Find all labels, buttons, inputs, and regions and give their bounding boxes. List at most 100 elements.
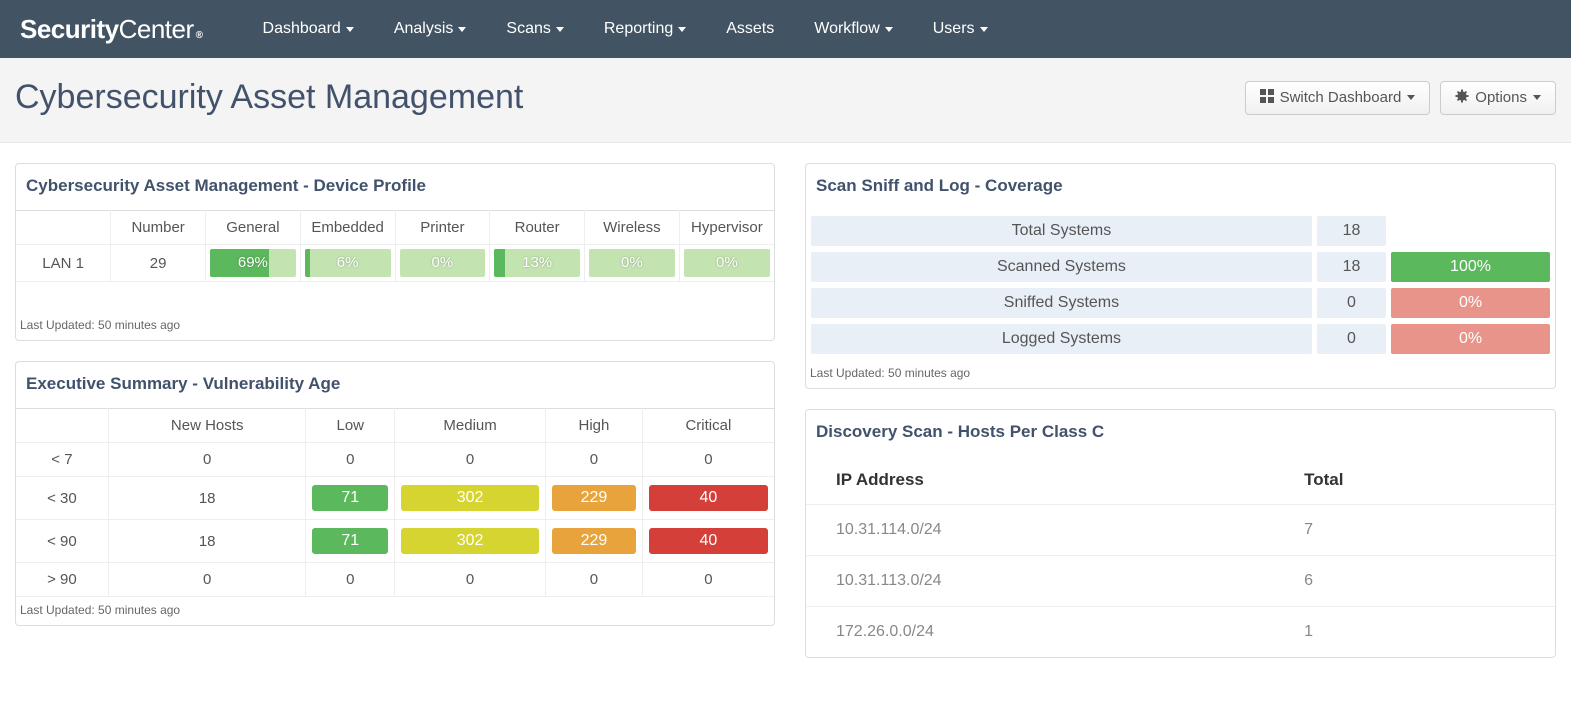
switch-dashboard-button[interactable]: Switch Dashboard (1245, 81, 1431, 115)
hosts-cell: 18 (108, 520, 306, 563)
hosts-cell: 0 (108, 563, 306, 597)
bar-cell[interactable]: 69% (206, 245, 301, 282)
nav-label: Analysis (394, 20, 454, 38)
coverage-count: 0 (1317, 324, 1386, 354)
severity-pill[interactable]: 40 (649, 485, 768, 511)
table-row[interactable]: 172.26.0.0/241 (806, 607, 1555, 658)
bar-bg: 0% (400, 249, 486, 277)
total-cell: 7 (1274, 505, 1555, 556)
nav-item-reporting[interactable]: Reporting (604, 20, 686, 38)
table-row: Scanned Systems18100% (811, 252, 1550, 282)
options-label: Options (1475, 89, 1527, 106)
nav-item-assets[interactable]: Assets (726, 20, 774, 38)
top-nav: SecurityCenter® Dashboard Analysis Scans Re… (0, 0, 1571, 58)
nav-label: Assets (726, 20, 774, 38)
nav-items: Dashboard Analysis Scans Reporting Assets Wor… (263, 20, 988, 38)
severity-pill[interactable]: 302 (401, 528, 539, 554)
coverage-pct (1391, 216, 1550, 246)
coverage-pct: 0% (1391, 288, 1550, 318)
panel-title: Executive Summary - Vulnerability Age (16, 362, 774, 408)
bar-cell[interactable]: 13% (490, 245, 585, 282)
cell: 71 (306, 477, 395, 520)
panel-discovery: Discovery Scan - Hosts Per Class C IP Ad… (805, 409, 1556, 658)
brand-part2: Center (119, 14, 194, 45)
coverage-table: Total Systems18Scanned Systems18100%Snif… (806, 210, 1555, 360)
device-profile-table: NumberGeneralEmbeddedPrinterRouterWirele… (16, 210, 774, 282)
panel-title: Scan Sniff and Log - Coverage (806, 164, 1555, 210)
cell: 229 (546, 477, 643, 520)
panel-device-profile: Cybersecurity Asset Management - Device … (15, 163, 775, 341)
severity-pill[interactable]: 229 (552, 485, 636, 511)
bar-cell[interactable]: 0% (395, 245, 490, 282)
table-row: Sniffed Systems00% (811, 288, 1550, 318)
nav-item-users[interactable]: Users (933, 20, 988, 38)
panel-title: Cybersecurity Asset Management - Device … (16, 164, 774, 210)
nav-item-dashboard[interactable]: Dashboard (263, 20, 354, 38)
bar-cell[interactable]: 0% (679, 245, 774, 282)
cell: 0 (395, 443, 546, 477)
cell: 40 (642, 477, 774, 520)
bar-cell[interactable]: 0% (585, 245, 680, 282)
bar-label: 69% (210, 249, 296, 277)
bar-bg: 69% (210, 249, 296, 277)
column-header: IP Address (806, 456, 1274, 505)
coverage-count: 0 (1317, 288, 1386, 318)
brand-part1: Security (20, 14, 119, 45)
bar-label: 6% (305, 249, 391, 277)
coverage-count: 18 (1317, 252, 1386, 282)
cell: 0 (642, 563, 774, 597)
bar-label: 0% (589, 249, 675, 277)
cell: 0 (546, 443, 643, 477)
severity-pill[interactable]: 71 (312, 528, 388, 554)
table-row: Logged Systems00% (811, 324, 1550, 354)
severity-pill[interactable]: 40 (649, 528, 768, 554)
chevron-down-icon (1533, 95, 1541, 100)
nav-label: Reporting (604, 20, 673, 38)
table-row: < 901871 302 229 40 (16, 520, 774, 563)
options-button[interactable]: Options (1440, 81, 1556, 115)
row-label: < 7 (16, 443, 108, 477)
cell: 0 (546, 563, 643, 597)
nav-item-scans[interactable]: Scans (506, 20, 563, 38)
column-header: Number (111, 211, 206, 245)
table-row: < 700000 (16, 443, 774, 477)
hosts-cell: 0 (108, 443, 306, 477)
severity-pill[interactable]: 71 (312, 485, 388, 511)
gear-icon (1455, 89, 1469, 107)
page-title: Cybersecurity Asset Management (15, 78, 1245, 117)
nav-label: Scans (506, 20, 550, 38)
row-label: < 90 (16, 520, 108, 563)
bar-cell[interactable]: 6% (300, 245, 395, 282)
nav-item-workflow[interactable]: Workflow (814, 20, 893, 38)
chevron-down-icon (980, 27, 988, 32)
title-buttons: Switch Dashboard Options (1245, 81, 1556, 115)
cell: 0 (306, 563, 395, 597)
table-row[interactable]: 10.31.114.0/247 (806, 505, 1555, 556)
nav-label: Dashboard (263, 20, 341, 38)
chevron-down-icon (346, 27, 354, 32)
panel-updated: Last Updated: 50 minutes ago (16, 597, 774, 625)
brand-logo: SecurityCenter® (20, 14, 203, 45)
table-row: > 9000000 (16, 563, 774, 597)
chevron-down-icon (1407, 95, 1415, 100)
bar-bg: 0% (589, 249, 675, 277)
column-header: Printer (395, 211, 490, 245)
column-header: Embedded (300, 211, 395, 245)
chevron-down-icon (678, 27, 686, 32)
column-header: Critical (642, 409, 774, 443)
panel-coverage: Scan Sniff and Log - Coverage Total Syst… (805, 163, 1556, 389)
total-cell: 1 (1274, 607, 1555, 658)
title-bar: Cybersecurity Asset Management Switch Da… (0, 58, 1571, 143)
brand-tm: ® (196, 30, 203, 41)
cell: 0 (306, 443, 395, 477)
cell: 302 (395, 477, 546, 520)
cell: 229 (546, 520, 643, 563)
column-header: Total (1274, 456, 1555, 505)
chevron-down-icon (556, 27, 564, 32)
table-row[interactable]: 10.31.113.0/246 (806, 556, 1555, 607)
column-header: Wireless (585, 211, 680, 245)
severity-pill[interactable]: 229 (552, 528, 636, 554)
grid-icon (1260, 89, 1274, 107)
nav-item-analysis[interactable]: Analysis (394, 20, 467, 38)
severity-pill[interactable]: 302 (401, 485, 539, 511)
